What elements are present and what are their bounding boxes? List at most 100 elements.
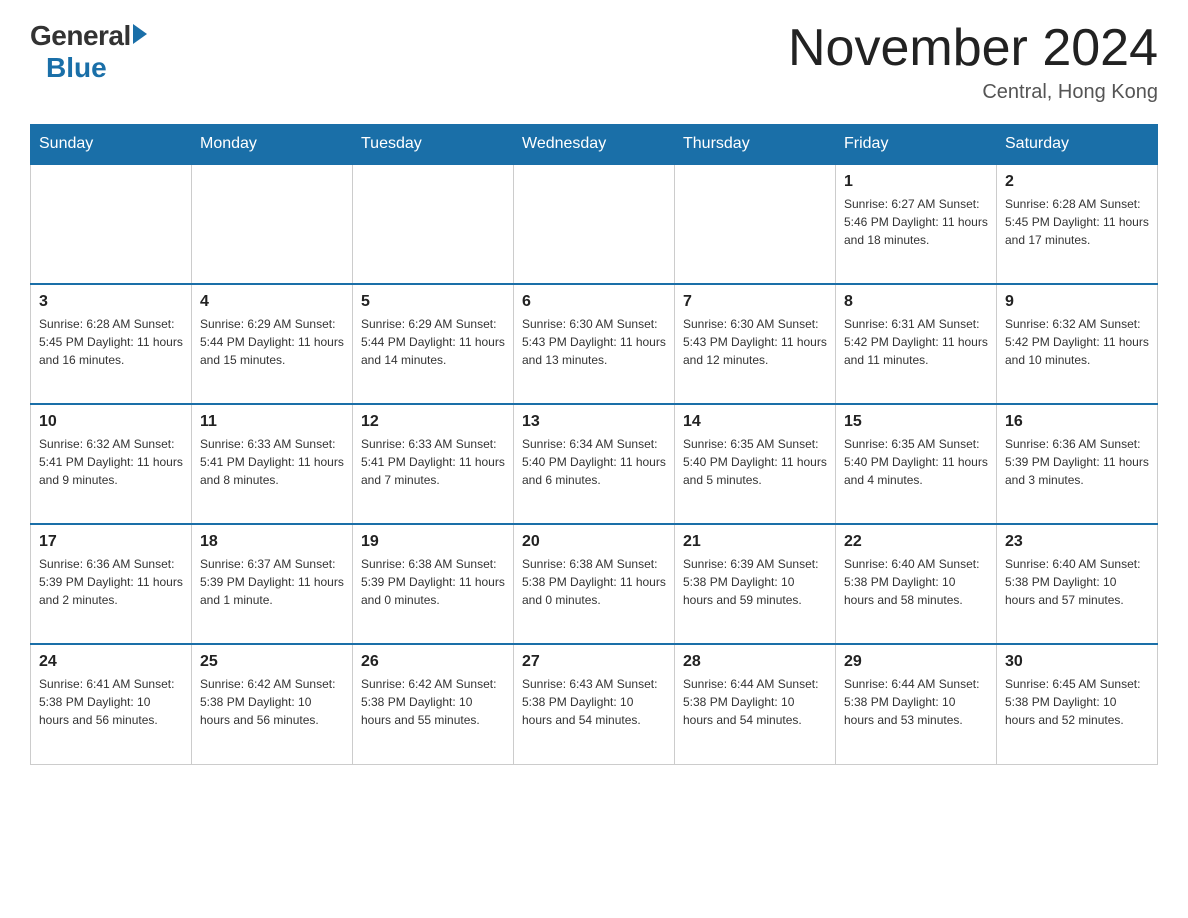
month-title: November 2024 [788, 20, 1158, 77]
day-info: Sunrise: 6:38 AM Sunset: 5:39 PM Dayligh… [361, 555, 505, 609]
calendar-cell: 17 Sunrise: 6:36 AM Sunset: 5:39 PM Dayli… [31, 524, 192, 644]
day-info: Sunrise: 6:28 AM Sunset: 5:45 PM Dayligh… [39, 315, 183, 369]
calendar-cell: 8Sunrise: 6:31 AM Sunset: 5:42 PM Daylig… [836, 284, 997, 404]
day-info: Sunrise: 6:35 AM Sunset: 5:40 PM Dayligh… [844, 435, 988, 489]
calendar-cell: 24Sunrise: 6:41 AM Sunset: 5:38 PM Dayli… [31, 644, 192, 764]
day-info: Sunrise: 6:44 AM Sunset: 5:38 PM Dayligh… [683, 675, 827, 729]
week-row-1: 1 Sunrise: 6:27 AM Sunset: 5:46 PM Daylig… [31, 164, 1158, 284]
logo-arrow-icon [133, 24, 147, 44]
weekday-header-sunday: Sunday [31, 125, 192, 165]
calendar-cell [192, 164, 353, 284]
day-number: 26 [361, 653, 505, 671]
location-subtitle: Central, Hong Kong [788, 81, 1158, 104]
day-number: 8 [844, 293, 988, 311]
calendar-body: 1 Sunrise: 6:27 AM Sunset: 5:46 PM Daylig… [31, 164, 1158, 764]
day-info: Sunrise: 6:45 AM Sunset: 5:38 PM Dayligh… [1005, 675, 1149, 729]
day-info: Sunrise: 6:33 AM Sunset: 5:41 PM Dayligh… [361, 435, 505, 489]
day-number: 6 [522, 293, 666, 311]
day-info: Sunrise: 6:36 AM Sunset: 5:39 PM Dayligh… [1005, 435, 1149, 489]
weekday-header-thursday: Thursday [675, 125, 836, 165]
calendar-cell: 30Sunrise: 6:45 AM Sunset: 5:38 PM Dayli… [997, 644, 1158, 764]
weekday-row: SundayMondayTuesdayWednesdayThursdayFrid… [31, 125, 1158, 165]
day-info: Sunrise: 6:41 AM Sunset: 5:38 PM Dayligh… [39, 675, 183, 729]
logo-general-text: General [30, 20, 131, 52]
day-info: Sunrise: 6:44 AM Sunset: 5:38 PM Dayligh… [844, 675, 988, 729]
calendar-cell: 14Sunrise: 6:35 AM Sunset: 5:40 PM Dayli… [675, 404, 836, 524]
weekday-header-friday: Friday [836, 125, 997, 165]
calendar-cell: 5Sunrise: 6:29 AM Sunset: 5:44 PM Daylig… [353, 284, 514, 404]
day-info: Sunrise: 6:33 AM Sunset: 5:41 PM Dayligh… [200, 435, 344, 489]
day-info: Sunrise: 6:42 AM Sunset: 5:38 PM Dayligh… [361, 675, 505, 729]
day-info: Sunrise: 6:39 AM Sunset: 5:38 PM Dayligh… [683, 555, 827, 609]
calendar-cell: 16 Sunrise: 6:36 AM Sunset: 5:39 PM Dayli… [997, 404, 1158, 524]
day-info: Sunrise: 6:27 AM Sunset: 5:46 PM Dayligh… [844, 195, 988, 249]
day-info: Sunrise: 6:40 AM Sunset: 5:38 PM Dayligh… [844, 555, 988, 609]
calendar-cell: 29Sunrise: 6:44 AM Sunset: 5:38 PM Dayli… [836, 644, 997, 764]
calendar-cell [31, 164, 192, 284]
calendar-cell: 28 Sunrise: 6:44 AM Sunset: 5:38 PM Dayli… [675, 644, 836, 764]
day-info: Sunrise: 6:40 AM Sunset: 5:38 PM Dayligh… [1005, 555, 1149, 609]
day-info: Sunrise: 6:42 AM Sunset: 5:38 PM Dayligh… [200, 675, 344, 729]
day-number: 21 [683, 533, 827, 551]
calendar-cell: 22 Sunrise: 6:40 AM Sunset: 5:38 PM Dayli… [836, 524, 997, 644]
day-number: 17 [39, 533, 183, 551]
day-info: Sunrise: 6:36 AM Sunset: 5:39 PM Dayligh… [39, 555, 183, 609]
day-number: 4 [200, 293, 344, 311]
calendar-cell: 12 Sunrise: 6:33 AM Sunset: 5:41 PM Dayli… [353, 404, 514, 524]
day-number: 10 [39, 413, 183, 431]
day-number: 19 [361, 533, 505, 551]
day-number: 2 [1005, 173, 1149, 191]
calendar-cell: 9 Sunrise: 6:32 AM Sunset: 5:42 PM Daylig… [997, 284, 1158, 404]
day-info: Sunrise: 6:43 AM Sunset: 5:38 PM Dayligh… [522, 675, 666, 729]
calendar-cell: 4 Sunrise: 6:29 AM Sunset: 5:44 PM Daylig… [192, 284, 353, 404]
calendar-cell: 2Sunrise: 6:28 AM Sunset: 5:45 PM Daylig… [997, 164, 1158, 284]
logo-blue-text: Blue [32, 52, 107, 84]
week-row-5: 24Sunrise: 6:41 AM Sunset: 5:38 PM Dayli… [31, 644, 1158, 764]
day-info: Sunrise: 6:34 AM Sunset: 5:40 PM Dayligh… [522, 435, 666, 489]
day-number: 1 [844, 173, 988, 191]
week-row-3: 10 Sunrise: 6:32 AM Sunset: 5:41 PM Dayli… [31, 404, 1158, 524]
day-number: 3 [39, 293, 183, 311]
day-number: 15 [844, 413, 988, 431]
calendar-table: SundayMondayTuesdayWednesdayThursdayFrid… [30, 124, 1158, 765]
calendar-cell [675, 164, 836, 284]
day-number: 11 [200, 413, 344, 431]
weekday-header-tuesday: Tuesday [353, 125, 514, 165]
week-row-2: 3 Sunrise: 6:28 AM Sunset: 5:45 PM Daylig… [31, 284, 1158, 404]
day-info: Sunrise: 6:29 AM Sunset: 5:44 PM Dayligh… [200, 315, 344, 369]
day-number: 28 [683, 653, 827, 671]
day-number: 27 [522, 653, 666, 671]
calendar-cell: 11 Sunrise: 6:33 AM Sunset: 5:41 PM Dayli… [192, 404, 353, 524]
day-info: Sunrise: 6:38 AM Sunset: 5:38 PM Dayligh… [522, 555, 666, 609]
calendar-cell: 7 Sunrise: 6:30 AM Sunset: 5:43 PM Daylig… [675, 284, 836, 404]
day-number: 9 [1005, 293, 1149, 311]
day-number: 23 [1005, 533, 1149, 551]
day-number: 5 [361, 293, 505, 311]
day-number: 13 [522, 413, 666, 431]
weekday-header-saturday: Saturday [997, 125, 1158, 165]
day-number: 14 [683, 413, 827, 431]
calendar-cell: 23 Sunrise: 6:40 AM Sunset: 5:38 PM Dayli… [997, 524, 1158, 644]
calendar-cell: 6 Sunrise: 6:30 AM Sunset: 5:43 PM Daylig… [514, 284, 675, 404]
day-number: 12 [361, 413, 505, 431]
calendar-cell: 18Sunrise: 6:37 AM Sunset: 5:39 PM Dayli… [192, 524, 353, 644]
week-row-4: 17 Sunrise: 6:36 AM Sunset: 5:39 PM Dayli… [31, 524, 1158, 644]
calendar-cell: 27 Sunrise: 6:43 AM Sunset: 5:38 PM Dayli… [514, 644, 675, 764]
day-info: Sunrise: 6:30 AM Sunset: 5:43 PM Dayligh… [683, 315, 827, 369]
day-info: Sunrise: 6:30 AM Sunset: 5:43 PM Dayligh… [522, 315, 666, 369]
day-info: Sunrise: 6:32 AM Sunset: 5:41 PM Dayligh… [39, 435, 183, 489]
day-number: 20 [522, 533, 666, 551]
calendar-cell: 19 Sunrise: 6:38 AM Sunset: 5:39 PM Dayli… [353, 524, 514, 644]
calendar-cell: 1 Sunrise: 6:27 AM Sunset: 5:46 PM Daylig… [836, 164, 997, 284]
title-block: November 2024 Central, Hong Kong [788, 20, 1158, 104]
day-info: Sunrise: 6:32 AM Sunset: 5:42 PM Dayligh… [1005, 315, 1149, 369]
day-number: 16 [1005, 413, 1149, 431]
day-number: 7 [683, 293, 827, 311]
calendar-cell: 20 Sunrise: 6:38 AM Sunset: 5:38 PM Dayli… [514, 524, 675, 644]
day-info: Sunrise: 6:37 AM Sunset: 5:39 PM Dayligh… [200, 555, 344, 609]
calendar-cell: 26 Sunrise: 6:42 AM Sunset: 5:38 PM Dayli… [353, 644, 514, 764]
calendar-cell [514, 164, 675, 284]
day-number: 22 [844, 533, 988, 551]
weekday-header-wednesday: Wednesday [514, 125, 675, 165]
weekday-header-monday: Monday [192, 125, 353, 165]
